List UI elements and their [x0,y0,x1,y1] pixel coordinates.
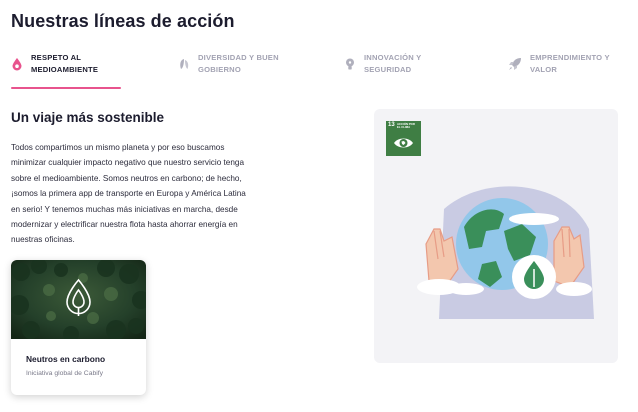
carbon-neutral-card[interactable]: Neutros en carbono Iniciativa global de … [11,260,146,395]
tab-bar: RESPETO AL MEDIOAMBIENTE DIVERSIDAD Y BUE… [11,52,631,92]
tab-label: RESPETO AL MEDIOAMBIENTE [31,53,99,74]
sdg-text: ACCIÓN POR EL CLIMA [397,122,415,130]
page-title: Nuestras líneas de acción [11,11,235,31]
section-body: Todos compartimos un mismo planeta y por… [11,143,246,245]
sdg-13-badge: 13 ACCIÓN POR EL CLIMA [386,121,421,156]
tab-label: INNOVACIÓN Y SEGURIDAD [364,53,422,74]
tab-innovacion[interactable]: INNOVACIÓN Y SEGURIDAD [344,52,421,92]
rocket-icon [509,58,521,70]
tab-label: EMPRENDIMIENTO Y VALOR [530,53,610,74]
drop-icon [12,58,22,71]
card-subtitle: Iniciativa global de Cabify [26,370,104,377]
tab-emprendimiento[interactable]: EMPRENDIMIENTO Y VALOR [508,52,610,92]
eye-globe-icon [394,138,413,148]
forest-image [11,260,146,339]
tab-diversidad[interactable]: DIVERSIDAD Y BUEN GOBIERNO [178,52,279,92]
leaf-icon [180,59,189,69]
tab-label: DIVERSIDAD Y BUEN GOBIERNO [198,53,279,74]
lightbulb-icon [346,58,354,70]
tab-medioambiente[interactable]: RESPETO AL MEDIOAMBIENTE [11,52,98,92]
card-title: Neutros en carbono [26,354,106,364]
section-title: Un viaje más sostenible [11,110,165,125]
sdg-number: 13 [388,122,395,128]
active-tab-indicator [11,87,121,89]
earth-hands-illustration [417,186,594,319]
illustration-panel: 13 ACCIÓN POR EL CLIMA [374,109,618,363]
